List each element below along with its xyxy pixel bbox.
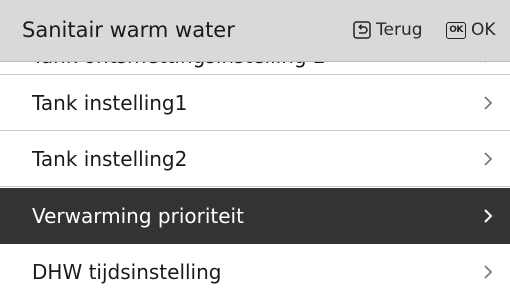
- return-arrow-icon: [353, 21, 371, 39]
- menu-item-tank-instelling2[interactable]: Tank instelling2: [0, 131, 510, 187]
- ok-button[interactable]: OK OK: [446, 19, 496, 41]
- menu-item-dhw-tijdsinstelling[interactable]: DHW tijdsinstelling: [0, 244, 510, 297]
- menu-item-tank-instelling1[interactable]: Tank instelling1: [0, 75, 510, 131]
- ok-label: OK: [471, 20, 496, 40]
- header-bar: Sanitair warm water Terug OK OK: [0, 0, 510, 62]
- menu-item-label: Tank instelling2: [32, 147, 188, 171]
- sanitair-warm-water-screen: Tank ontsmettingsinstelling 2 Tank inste…: [0, 0, 510, 297]
- menu-item-verwarming-prioriteit[interactable]: Verwarming prioriteit: [0, 188, 510, 244]
- chevron-right-icon: [481, 150, 495, 168]
- menu-item-label: DHW tijdsinstelling: [32, 260, 222, 284]
- menu-item-label: Tank instelling1: [32, 91, 188, 115]
- ok-key-icon: OK: [446, 21, 466, 39]
- page-title: Sanitair warm water: [22, 18, 235, 42]
- menu-item-label: Verwarming prioriteit: [32, 204, 244, 228]
- chevron-right-icon: [481, 94, 495, 112]
- chevron-right-icon: [481, 207, 495, 225]
- back-label: Terug: [376, 20, 423, 40]
- back-button[interactable]: Terug: [353, 19, 423, 41]
- chevron-right-icon: [481, 263, 495, 281]
